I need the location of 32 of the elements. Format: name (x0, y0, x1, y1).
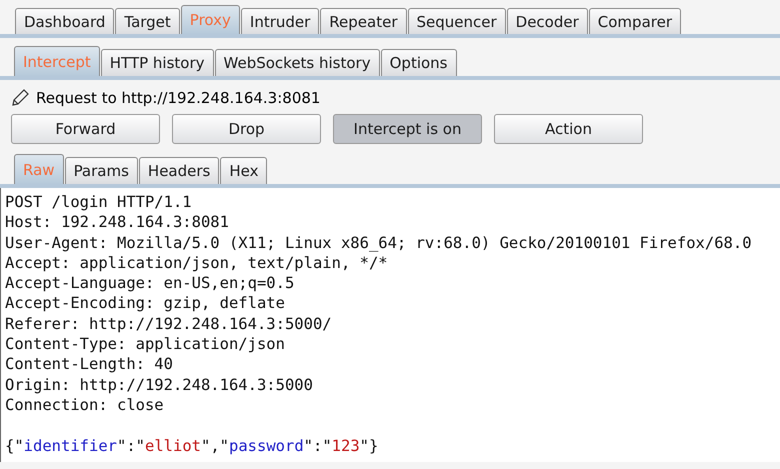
action-button[interactable]: Action (494, 114, 643, 144)
tab[interactable]: Params (64, 157, 138, 184)
request-line: Content-Type: application/json (5, 334, 285, 354)
request-line: Content-Length: 40 (5, 354, 173, 375)
tab[interactable]: Intruder (240, 8, 320, 34)
tab[interactable]: Headers (138, 157, 220, 184)
request-line: Origin: http://192.248.164.3:5000 (5, 374, 313, 395)
request-line: User-Agent: Mozilla/5.0 (X11; Linux x86_64; rv:68.0) Gecko/20100101 Firefox/68.0 (5, 232, 752, 253)
request-editor[interactable] (0, 188, 780, 462)
tab[interactable]: Hex (220, 157, 268, 184)
tab[interactable]: Comparer (588, 8, 681, 34)
tab[interactable]: WebSockets history (214, 49, 380, 76)
request-line: Accept-Encoding: gzip, deflate (5, 293, 285, 314)
request-line: POST /login HTTP/1.1 (5, 192, 192, 212)
tab[interactable]: Options (380, 49, 456, 76)
action-button[interactable]: Forward (11, 114, 160, 144)
tab[interactable]: HTTP history (100, 49, 214, 76)
request-line: Accept-Language: en-US,en;q=0.5 (5, 273, 294, 294)
tab[interactable]: Sequencer (408, 8, 506, 34)
tab[interactable]: Decoder (506, 8, 588, 34)
request-url-label: Request to http://192.248.164.3:8081 (36, 89, 320, 107)
action-button[interactable]: Intercept is on (333, 114, 482, 144)
tab[interactable]: Repeater (320, 8, 406, 34)
request-line: Host: 192.248.164.3:8081 (5, 212, 229, 233)
request-line: Referer: http://192.248.164.3:5000/ (5, 314, 332, 334)
tab[interactable]: Target (115, 8, 180, 34)
request-line: Accept: application/json, text/plain, */* (5, 252, 388, 274)
action-button[interactable]: Drop (172, 114, 321, 144)
request-line: Connection: close (5, 394, 164, 416)
request-body: {"identifier":"elliot","password":"123"} (5, 436, 378, 456)
tab[interactable]: Dashboard (15, 8, 114, 34)
pencil-icon (10, 88, 30, 108)
